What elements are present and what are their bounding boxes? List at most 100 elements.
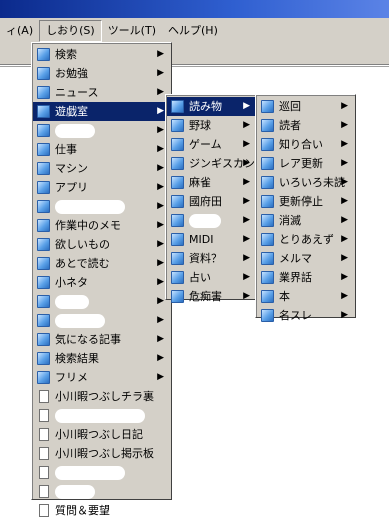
menu1-item[interactable]: ニュース ▶ — [33, 83, 170, 102]
folder-icon — [261, 138, 274, 151]
menu2-item[interactable]: ジンギスカン ▶ — [167, 154, 256, 173]
menu3-item[interactable]: 更新停止 ▶ — [257, 192, 354, 211]
menu1-item[interactable]: ▶ — [33, 292, 170, 311]
menu1-item[interactable]: 小川暇つぶし掲示板 — [33, 444, 170, 463]
menu2-item[interactable]: MIDI ▶ — [167, 230, 256, 249]
menu1-item[interactable]: 質問＆要望 — [33, 501, 170, 520]
page-icon — [39, 428, 49, 441]
submenu-arrow-icon: ▶ — [157, 49, 164, 59]
submenu-arrow-icon: ▶ — [243, 177, 250, 187]
folder-icon — [171, 233, 184, 246]
menu3-item[interactable]: 読者 ▶ — [257, 116, 354, 135]
submenu-arrow-icon: ▶ — [157, 372, 164, 382]
menu-item-label: あとで読む — [55, 257, 110, 270]
folder-icon — [37, 162, 50, 175]
submenu-arrow-icon: ▶ — [157, 201, 164, 211]
menu3-item[interactable]: 知り合い ▶ — [257, 135, 354, 154]
menu-item-label: 知り合い — [279, 138, 323, 151]
folder-icon — [261, 290, 274, 303]
menu2-item[interactable]: 野球 ▶ — [167, 116, 256, 135]
menu3-item[interactable]: 本 ▶ — [257, 287, 354, 306]
menu1-item[interactable]: ▶ — [33, 197, 170, 216]
menu1-item[interactable]: 気になる記事 ▶ — [33, 330, 170, 349]
folder-icon — [261, 195, 274, 208]
menu-item-label: 小川暇つぶし掲示板 — [55, 447, 154, 460]
menu3-item[interactable]: レア更新 ▶ — [257, 154, 354, 173]
menu1-item[interactable]: 検索結果 ▶ — [33, 349, 170, 368]
menu2-item[interactable]: 読み物 ▶ — [167, 97, 256, 116]
menu1-item[interactable]: 欲しいもの ▶ — [33, 235, 170, 254]
menu1-item[interactable]: 作業中のメモ ▶ — [33, 216, 170, 235]
menu1-item[interactable]: 検索 ▶ — [33, 45, 170, 64]
menu2-item[interactable]: 危痴害 ▶ — [167, 287, 256, 306]
menu1-item[interactable]: 遊戯室 ▶ — [33, 102, 170, 121]
menu-item-label — [189, 214, 221, 228]
menu-item-label — [55, 295, 89, 309]
menu-item-label: 占い — [189, 271, 211, 284]
menu1-item[interactable] — [33, 463, 170, 482]
menu1-item[interactable]: ▶ — [33, 311, 170, 330]
submenu-arrow-icon: ▶ — [157, 277, 164, 287]
menu3-item[interactable]: 巡回 ▶ — [257, 97, 354, 116]
folder-icon — [37, 48, 50, 61]
menu-item-label: マシン — [55, 162, 88, 175]
page-icon — [39, 409, 49, 422]
menu2-item[interactable]: 占い ▶ — [167, 268, 256, 287]
menu-help[interactable]: ヘルプ(H) — [162, 21, 224, 41]
folder-icon — [171, 157, 184, 170]
menu-item-label — [55, 485, 95, 499]
menu1-item[interactable]: ▶ — [33, 121, 170, 140]
menu1-item[interactable]: 小川暇つぶしチラ裏 — [33, 387, 170, 406]
submenu-arrow-icon: ▶ — [157, 125, 164, 135]
folder-icon — [261, 214, 274, 227]
menu1-item[interactable]: 小ネタ ▶ — [33, 273, 170, 292]
menu2-item[interactable]: 國府田 ▶ — [167, 192, 256, 211]
menu1-item[interactable]: あとで読む ▶ — [33, 254, 170, 273]
folder-icon — [37, 67, 50, 80]
menu3-item[interactable]: とりあえず ▶ — [257, 230, 354, 249]
menu1-item[interactable]: フリメ ▶ — [33, 368, 170, 387]
menu3-item[interactable]: 名スレ ▶ — [257, 306, 354, 325]
menu1-item[interactable]: 仕事 ▶ — [33, 140, 170, 159]
menu2-item[interactable]: 資料？ ▶ — [167, 249, 256, 268]
folder-icon — [261, 157, 274, 170]
menu-item-label: ニュース — [55, 86, 99, 99]
menu-item-label — [55, 124, 95, 138]
submenu-arrow-icon: ▶ — [341, 234, 348, 244]
submenu-arrow-icon: ▶ — [243, 253, 250, 263]
menu3-item[interactable]: 消滅 ▶ — [257, 211, 354, 230]
menu1-item[interactable]: アプリ ▶ — [33, 178, 170, 197]
menu-tools[interactable]: ツール(T) — [102, 21, 162, 41]
submenu-arrow-icon: ▶ — [341, 253, 348, 263]
menu1-item[interactable] — [33, 406, 170, 425]
title-bar — [0, 0, 389, 18]
submenu-arrow-icon: ▶ — [243, 101, 250, 111]
folder-icon — [171, 214, 184, 227]
submenu-arrow-icon: ▶ — [243, 196, 250, 206]
submenu-arrow-icon: ▶ — [157, 296, 164, 306]
menu-item-label: 野球 — [189, 119, 211, 132]
menu-item-label: 危痴害 — [189, 290, 222, 303]
menu-item-label: とりあえず — [279, 233, 334, 246]
submenu-arrow-icon: ▶ — [243, 120, 250, 130]
menu-item-label: 小ネタ — [55, 276, 88, 289]
menu1-item[interactable]: マシン ▶ — [33, 159, 170, 178]
menu1-item[interactable]: お勉強 ▶ — [33, 64, 170, 83]
menu3-item[interactable]: いろいろ未読 ▶ — [257, 173, 354, 192]
menu3-item[interactable]: 業界話 ▶ — [257, 268, 354, 287]
menu-item-label: 検索 — [55, 48, 77, 61]
menu3-item[interactable]: メルマ ▶ — [257, 249, 354, 268]
menu2-item[interactable]: 麻雀 ▶ — [167, 173, 256, 192]
submenu-arrow-icon: ▶ — [157, 258, 164, 268]
folder-icon — [37, 200, 50, 213]
folder-icon — [261, 176, 274, 189]
menu-item-label: メルマ — [279, 252, 312, 265]
folder-icon — [37, 181, 50, 194]
menu2-item[interactable]: ▶ — [167, 211, 256, 230]
menu-edit[interactable]: ィ(A) — [0, 21, 39, 41]
submenu-arrow-icon: ▶ — [157, 163, 164, 173]
menu1-item[interactable] — [33, 482, 170, 501]
menu2-item[interactable]: ゲーム ▶ — [167, 135, 256, 154]
menu1-item[interactable]: 小川暇つぶし日記 — [33, 425, 170, 444]
menu-bookmarks[interactable]: しおり(S) — [39, 20, 102, 42]
